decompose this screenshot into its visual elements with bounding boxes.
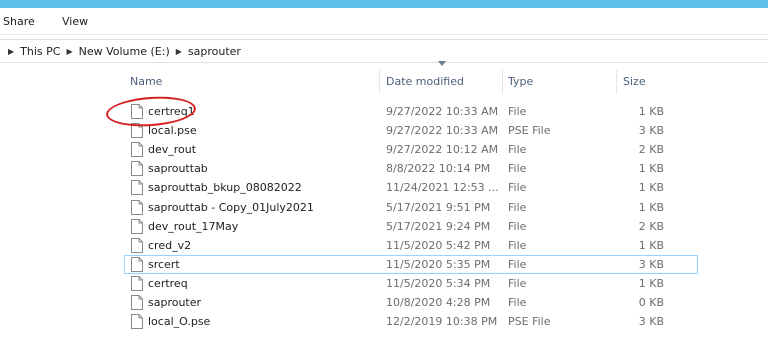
file-row[interactable]: saprouttab 8/8/2022 10:14 PM File 1 KB bbox=[124, 159, 698, 178]
file-type: File bbox=[508, 181, 527, 195]
file-row[interactable]: cred_v2 11/5/2020 5:42 PM File 1 KB bbox=[124, 236, 698, 255]
title-bar bbox=[0, 0, 768, 8]
column-header-date-modified[interactable]: Date modified bbox=[386, 70, 464, 94]
file-date-modified: 12/2/2019 10:38 PM bbox=[386, 315, 498, 329]
file-size: 1 KB bbox=[638, 105, 664, 118]
file-size: 2 KB bbox=[638, 143, 664, 157]
breadcrumb-this-pc[interactable]: This PC bbox=[20, 45, 60, 58]
file-size: 1 KB bbox=[638, 181, 664, 195]
file-icon bbox=[131, 161, 143, 177]
file-type: File bbox=[508, 200, 527, 214]
file-name: saprouter bbox=[148, 296, 202, 309]
file-size: 3 KB bbox=[638, 124, 664, 138]
file-icon bbox=[131, 256, 143, 272]
file-icon bbox=[131, 314, 143, 330]
breadcrumb: ▶ This PC ▶ New Volume (E:) ▶ saprouter bbox=[2, 40, 241, 62]
file-type: File bbox=[508, 143, 527, 157]
file-date-modified: 11/5/2020 5:34 PM bbox=[386, 276, 491, 290]
file-name: local_O.pse bbox=[148, 315, 211, 329]
file-type: File bbox=[508, 219, 527, 233]
file-row[interactable]: dev_rout 9/27/2022 10:12 AM File 2 KB bbox=[124, 140, 698, 159]
file-date-modified: 9/27/2022 10:33 AM bbox=[386, 124, 499, 138]
file-type: PSE File bbox=[508, 124, 551, 138]
ribbon: Share View bbox=[0, 8, 768, 35]
file-icon bbox=[131, 218, 143, 234]
breadcrumb-new-volume[interactable]: New Volume (E:) bbox=[79, 45, 170, 58]
file-name: dev_rout_17May bbox=[148, 219, 239, 233]
file-type: PSE File bbox=[508, 315, 551, 329]
chevron-right-icon[interactable]: ▶ bbox=[176, 47, 182, 56]
file-size: 3 KB bbox=[638, 257, 664, 271]
file-size: 1 KB bbox=[638, 162, 664, 176]
ribbon-tab-share[interactable]: Share bbox=[3, 15, 35, 28]
file-row[interactable]: saprouttab_bkup_08082022 11/24/2021 12:53… bbox=[124, 178, 698, 197]
address-bar[interactable]: ▶ This PC ▶ New Volume (E:) ▶ saprouter bbox=[0, 39, 768, 63]
file-type: File bbox=[508, 257, 527, 271]
file-type: File bbox=[508, 276, 527, 290]
file-date-modified: 11/5/2020 5:42 PM bbox=[386, 238, 491, 252]
file-name: cred_v2 bbox=[148, 238, 192, 252]
file-date-modified: 11/24/2021 12:53 ... bbox=[386, 181, 499, 195]
file-icon bbox=[131, 295, 143, 310]
file-row[interactable]: certreq1 9/27/2022 10:33 AM File 1 KB bbox=[124, 102, 698, 121]
file-name: dev_rout bbox=[148, 143, 197, 157]
file-name: certreq bbox=[148, 276, 188, 290]
file-icon bbox=[131, 142, 143, 158]
file-size: 2 KB bbox=[638, 219, 664, 233]
file-type: File bbox=[508, 162, 527, 176]
file-size: 1 KB bbox=[638, 238, 664, 252]
file-type: File bbox=[508, 296, 527, 309]
file-date-modified: 5/17/2021 9:24 PM bbox=[386, 219, 491, 233]
file-name: saprouttab bbox=[148, 162, 208, 176]
file-name: srcert bbox=[148, 257, 180, 271]
sort-down-icon bbox=[438, 61, 446, 66]
file-name: saprouttab_bkup_08082022 bbox=[148, 181, 302, 195]
file-size: 3 KB bbox=[638, 315, 664, 329]
file-icon bbox=[131, 237, 143, 253]
chevron-right-icon[interactable]: ▶ bbox=[8, 47, 14, 56]
file-date-modified: 11/5/2020 5:35 PM bbox=[386, 257, 491, 271]
file-type: File bbox=[508, 238, 527, 252]
file-date-modified: 9/27/2022 10:12 AM bbox=[386, 143, 499, 157]
file-row[interactable]: dev_rout_17May 5/17/2021 9:24 PM File 2 KB bbox=[124, 217, 698, 236]
file-date-modified: 9/27/2022 10:33 AM bbox=[386, 105, 499, 118]
file-size: 0 KB bbox=[638, 296, 664, 309]
file-icon bbox=[131, 199, 143, 215]
file-row[interactable]: local_O.pse 12/2/2019 10:38 PM PSE File 3 K… bbox=[124, 312, 698, 331]
file-row[interactable]: local.pse 9/27/2022 10:33 AM PSE File 3 KB bbox=[124, 121, 698, 140]
file-date-modified: 8/8/2022 10:14 PM bbox=[386, 162, 491, 176]
file-size: 1 KB bbox=[638, 200, 664, 214]
file-date-modified: 10/8/2020 4:28 PM bbox=[386, 296, 491, 309]
file-row[interactable]: saprouter 10/8/2020 4:28 PM File 0 KB bbox=[124, 293, 698, 312]
file-size: 1 KB bbox=[638, 276, 664, 290]
ribbon-tab-view[interactable]: View bbox=[62, 15, 88, 28]
file-row[interactable]: saprouttab - Copy_01July2021 5/17/2021 9:… bbox=[124, 198, 698, 217]
breadcrumb-saprouter[interactable]: saprouter bbox=[188, 45, 241, 58]
file-row[interactable]: certreq 11/5/2020 5:34 PM File 1 KB bbox=[124, 274, 698, 293]
column-header-type[interactable]: Type bbox=[508, 70, 533, 94]
column-divider[interactable] bbox=[616, 70, 617, 94]
file-row[interactable]: srcert 11/5/2020 5:35 PM File 3 KB bbox=[124, 254, 698, 274]
chevron-right-icon[interactable]: ▶ bbox=[66, 47, 72, 56]
file-date-modified: 5/17/2021 9:51 PM bbox=[386, 200, 491, 214]
column-divider[interactable] bbox=[379, 70, 380, 94]
column-divider[interactable] bbox=[502, 70, 503, 94]
file-icon bbox=[131, 180, 143, 196]
file-type: File bbox=[508, 105, 527, 118]
column-header-name[interactable]: Name bbox=[130, 70, 162, 94]
column-header-size[interactable]: Size bbox=[623, 70, 646, 94]
file-name: saprouttab - Copy_01July2021 bbox=[148, 200, 314, 214]
file-icon bbox=[131, 275, 143, 291]
